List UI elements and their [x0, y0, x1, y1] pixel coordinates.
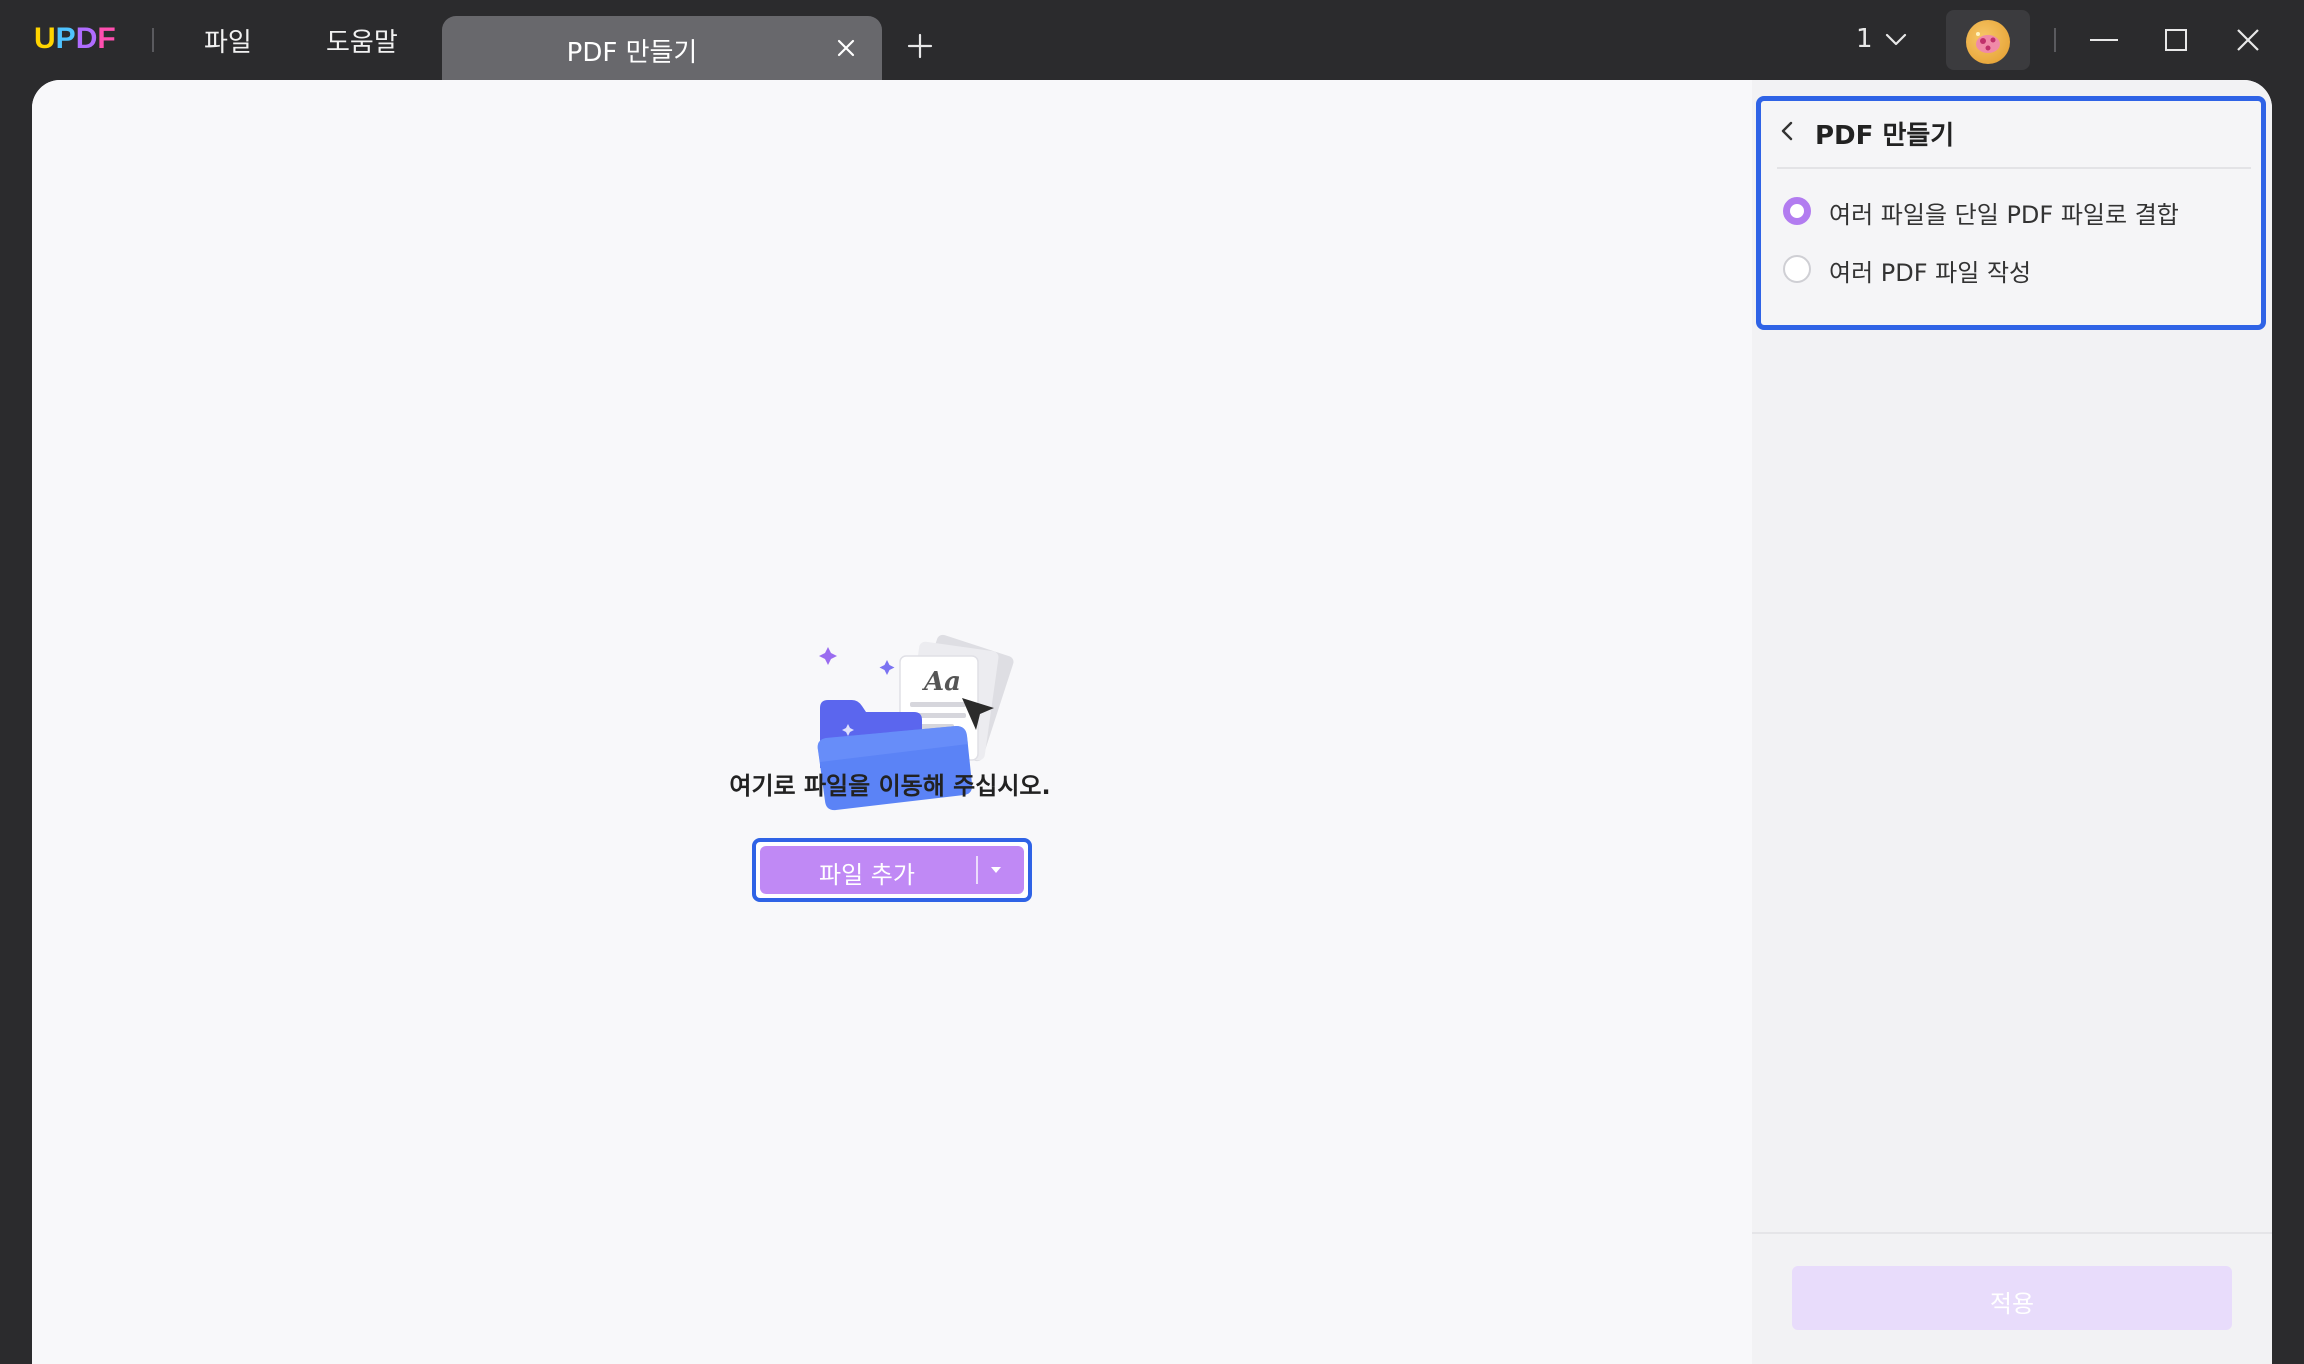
tab-pdf-create[interactable]: PDF 만들기	[442, 16, 882, 80]
option-label: 여러 PDF 파일 작성	[1829, 259, 2032, 287]
logo-letter-d: D	[75, 22, 98, 55]
panel-divider	[1777, 167, 2251, 169]
menu-help[interactable]: 도움말	[326, 22, 398, 59]
back-chevron-icon[interactable]	[1777, 119, 1797, 143]
drop-instruction-text: 여기로 파일을 이동해 주십시오.	[32, 766, 1752, 801]
close-window-icon[interactable]	[2228, 20, 2268, 60]
logo-letter-f: F	[97, 22, 116, 55]
avatar-illustration	[1976, 32, 2000, 53]
new-tab-plus-icon[interactable]	[904, 30, 936, 62]
panel-footer-divider	[1752, 1232, 2272, 1234]
file-drop-zone[interactable]: Aa 여기로 파일을 이동해 주십시오. 파일 추가	[32, 80, 1752, 1364]
main-canvas: Aa 여기로 파일을 이동해 주십시오. 파일 추가 PDF 만들기 여러 파일…	[32, 80, 2272, 1364]
menu-divider	[152, 28, 154, 52]
radio-checked[interactable]	[1783, 197, 1811, 225]
options-highlight: PDF 만들기 여러 파일을 단일 PDF 파일로 결합 여러 PDF 파일 작…	[1756, 96, 2266, 330]
close-icon[interactable]	[830, 32, 862, 64]
panel-title: PDF 만들기	[1815, 121, 1955, 151]
illustration-text: Aa	[921, 667, 961, 697]
logo-letter-p: P	[55, 22, 76, 55]
logo-letter-u: U	[34, 22, 56, 55]
apply-button[interactable]: 적용	[1792, 1266, 2232, 1330]
updf-logo: UPDF	[34, 22, 116, 58]
apply-label: 적용	[1989, 1290, 2035, 1318]
option-label: 여러 파일을 단일 PDF 파일로 결합	[1829, 201, 2179, 229]
page-count[interactable]: 1	[1856, 24, 1873, 54]
avatar	[1966, 20, 2010, 64]
add-file-button[interactable]: 파일 추가	[760, 846, 1024, 894]
create-pdf-panel: PDF 만들기 여러 파일을 단일 PDF 파일로 결합 여러 PDF 파일 작…	[1752, 80, 2272, 1364]
drop-instruction-label: 여기로 파일을 이동해 주십시오.	[729, 772, 1051, 800]
avatar-button[interactable]	[1946, 10, 2030, 70]
tab-title: PDF 만들기	[566, 38, 698, 68]
minimize-icon[interactable]	[2084, 20, 2124, 60]
caret-down-icon[interactable]	[986, 862, 1006, 878]
add-file-highlight: 파일 추가	[752, 838, 1032, 902]
radio-unchecked[interactable]	[1783, 255, 1811, 283]
window-controls-divider	[2054, 28, 2056, 52]
chevron-down-icon[interactable]	[1884, 30, 1908, 50]
menu-file[interactable]: 파일	[204, 22, 252, 59]
add-file-label: 파일 추가	[819, 861, 915, 889]
add-file-divider	[976, 856, 978, 884]
maximize-icon[interactable]	[2156, 20, 2196, 60]
title-bar: UPDF 파일 도움말 PDF 만들기 1	[0, 0, 2304, 80]
